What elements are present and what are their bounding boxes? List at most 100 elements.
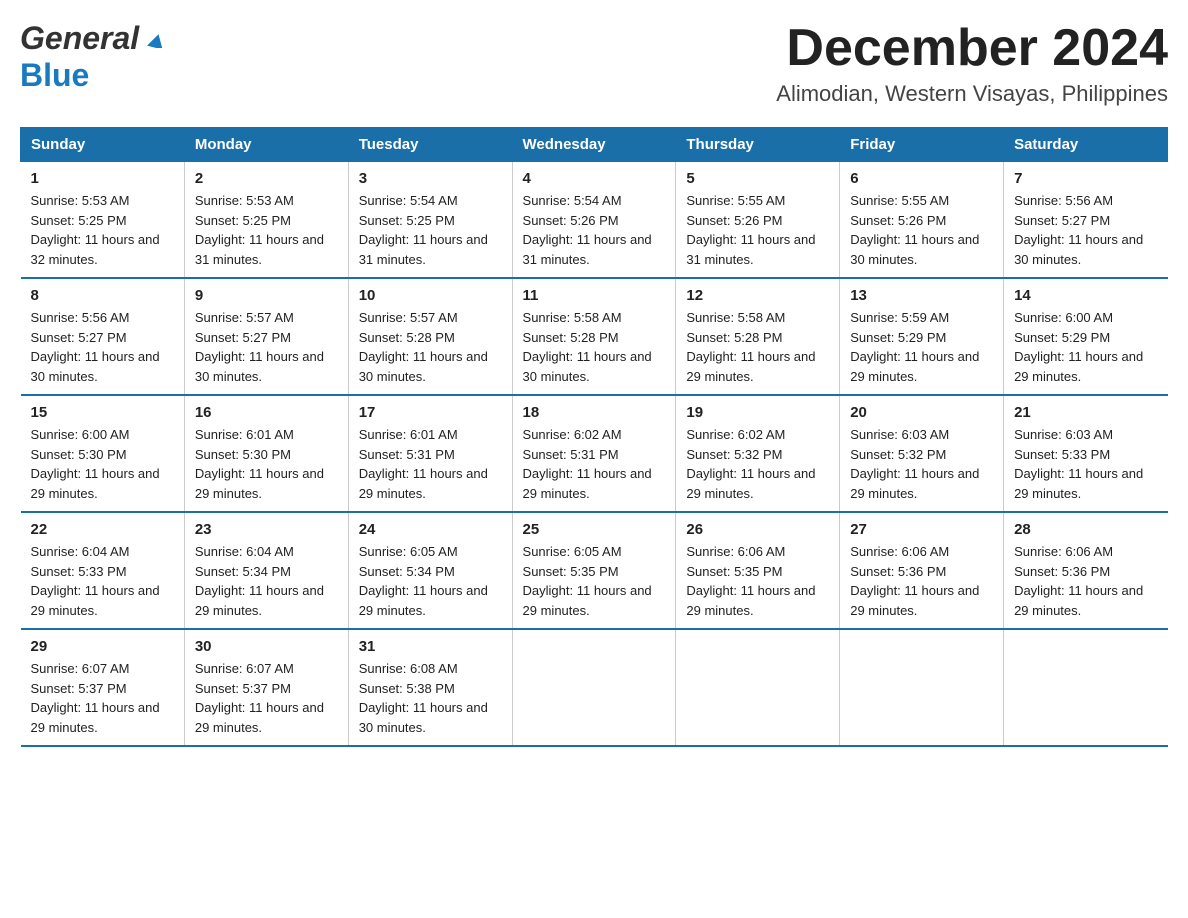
calendar-week-2: 8 Sunrise: 5:56 AM Sunset: 5:27 PM Dayli… <box>21 278 1168 395</box>
sunrise-label: Sunrise: 5:57 AM <box>359 310 458 325</box>
sunrise-label: Sunrise: 6:02 AM <box>686 427 785 442</box>
calendar-cell: 21 Sunrise: 6:03 AM Sunset: 5:33 PM Dayl… <box>1004 395 1168 512</box>
daylight-label: Daylight: 11 hours and 31 minutes. <box>195 232 324 267</box>
calendar-week-4: 22 Sunrise: 6:04 AM Sunset: 5:33 PM Dayl… <box>21 512 1168 629</box>
col-tuesday: Tuesday <box>348 128 512 162</box>
day-info: Sunrise: 6:05 AM Sunset: 5:34 PM Dayligh… <box>359 542 502 620</box>
daylight-label: Daylight: 11 hours and 30 minutes. <box>359 700 488 735</box>
daylight-label: Daylight: 11 hours and 29 minutes. <box>31 700 160 735</box>
sunrise-label: Sunrise: 6:04 AM <box>195 544 294 559</box>
sunrise-label: Sunrise: 6:00 AM <box>31 427 130 442</box>
calendar-cell <box>676 629 840 746</box>
calendar-cell: 1 Sunrise: 5:53 AM Sunset: 5:25 PM Dayli… <box>21 162 185 279</box>
calendar-cell: 17 Sunrise: 6:01 AM Sunset: 5:31 PM Dayl… <box>348 395 512 512</box>
day-info: Sunrise: 5:57 AM Sunset: 5:27 PM Dayligh… <box>195 308 338 386</box>
day-number: 16 <box>195 404 338 421</box>
sunset-label: Sunset: 5:37 PM <box>195 681 291 696</box>
day-info: Sunrise: 6:01 AM Sunset: 5:30 PM Dayligh… <box>195 425 338 503</box>
day-info: Sunrise: 5:55 AM Sunset: 5:26 PM Dayligh… <box>686 191 829 269</box>
daylight-label: Daylight: 11 hours and 29 minutes. <box>850 349 979 384</box>
sunset-label: Sunset: 5:25 PM <box>359 213 455 228</box>
day-info: Sunrise: 6:07 AM Sunset: 5:37 PM Dayligh… <box>195 659 338 737</box>
day-info: Sunrise: 6:08 AM Sunset: 5:38 PM Dayligh… <box>359 659 502 737</box>
sunset-label: Sunset: 5:25 PM <box>195 213 291 228</box>
day-info: Sunrise: 6:02 AM Sunset: 5:32 PM Dayligh… <box>686 425 829 503</box>
calendar-body: 1 Sunrise: 5:53 AM Sunset: 5:25 PM Dayli… <box>21 162 1168 747</box>
daylight-label: Daylight: 11 hours and 29 minutes. <box>31 466 160 501</box>
daylight-label: Daylight: 11 hours and 29 minutes. <box>850 466 979 501</box>
daylight-label: Daylight: 11 hours and 29 minutes. <box>686 466 815 501</box>
calendar-cell: 4 Sunrise: 5:54 AM Sunset: 5:26 PM Dayli… <box>512 162 676 279</box>
sunrise-label: Sunrise: 5:53 AM <box>31 193 130 208</box>
sunrise-label: Sunrise: 5:56 AM <box>1014 193 1113 208</box>
day-number: 1 <box>31 170 174 187</box>
day-number: 23 <box>195 521 338 538</box>
calendar-table: Sunday Monday Tuesday Wednesday Thursday… <box>20 127 1168 747</box>
sunset-label: Sunset: 5:30 PM <box>31 447 127 462</box>
sunrise-label: Sunrise: 5:57 AM <box>195 310 294 325</box>
day-number: 29 <box>31 638 174 655</box>
day-number: 4 <box>523 170 666 187</box>
calendar-cell <box>512 629 676 746</box>
day-info: Sunrise: 6:06 AM Sunset: 5:36 PM Dayligh… <box>1014 542 1157 620</box>
sunset-label: Sunset: 5:27 PM <box>31 330 127 345</box>
daylight-label: Daylight: 11 hours and 30 minutes. <box>1014 232 1143 267</box>
calendar-cell: 26 Sunrise: 6:06 AM Sunset: 5:35 PM Dayl… <box>676 512 840 629</box>
sunrise-label: Sunrise: 6:01 AM <box>195 427 294 442</box>
sunrise-label: Sunrise: 5:54 AM <box>523 193 622 208</box>
col-thursday: Thursday <box>676 128 840 162</box>
sunset-label: Sunset: 5:26 PM <box>686 213 782 228</box>
calendar-week-1: 1 Sunrise: 5:53 AM Sunset: 5:25 PM Dayli… <box>21 162 1168 279</box>
calendar-cell: 8 Sunrise: 5:56 AM Sunset: 5:27 PM Dayli… <box>21 278 185 395</box>
daylight-label: Daylight: 11 hours and 29 minutes. <box>686 583 815 618</box>
day-info: Sunrise: 5:58 AM Sunset: 5:28 PM Dayligh… <box>523 308 666 386</box>
daylight-label: Daylight: 11 hours and 29 minutes. <box>523 466 652 501</box>
sunrise-label: Sunrise: 6:04 AM <box>31 544 130 559</box>
sunrise-label: Sunrise: 5:58 AM <box>523 310 622 325</box>
sunset-label: Sunset: 5:26 PM <box>850 213 946 228</box>
day-info: Sunrise: 5:53 AM Sunset: 5:25 PM Dayligh… <box>31 191 174 269</box>
calendar-cell: 6 Sunrise: 5:55 AM Sunset: 5:26 PM Dayli… <box>840 162 1004 279</box>
sunset-label: Sunset: 5:34 PM <box>195 564 291 579</box>
day-number: 26 <box>686 521 829 538</box>
sunrise-label: Sunrise: 6:08 AM <box>359 661 458 676</box>
day-number: 19 <box>686 404 829 421</box>
sunrise-label: Sunrise: 6:05 AM <box>359 544 458 559</box>
day-number: 5 <box>686 170 829 187</box>
sunset-label: Sunset: 5:35 PM <box>523 564 619 579</box>
month-title: December 2024 <box>776 20 1168 77</box>
sunrise-label: Sunrise: 6:06 AM <box>850 544 949 559</box>
daylight-label: Daylight: 11 hours and 29 minutes. <box>195 700 324 735</box>
sunset-label: Sunset: 5:28 PM <box>523 330 619 345</box>
calendar-cell: 13 Sunrise: 5:59 AM Sunset: 5:29 PM Dayl… <box>840 278 1004 395</box>
sunset-label: Sunset: 5:37 PM <box>31 681 127 696</box>
day-number: 28 <box>1014 521 1157 538</box>
col-wednesday: Wednesday <box>512 128 676 162</box>
sunrise-label: Sunrise: 5:55 AM <box>686 193 785 208</box>
daylight-label: Daylight: 11 hours and 30 minutes. <box>850 232 979 267</box>
page-header: General Blue December 2024 Alimodian, We… <box>20 20 1168 107</box>
calendar-cell: 28 Sunrise: 6:06 AM Sunset: 5:36 PM Dayl… <box>1004 512 1168 629</box>
sunrise-label: Sunrise: 6:03 AM <box>850 427 949 442</box>
sunrise-label: Sunrise: 6:06 AM <box>1014 544 1113 559</box>
day-info: Sunrise: 6:05 AM Sunset: 5:35 PM Dayligh… <box>523 542 666 620</box>
sunrise-label: Sunrise: 6:07 AM <box>31 661 130 676</box>
day-number: 31 <box>359 638 502 655</box>
sunset-label: Sunset: 5:33 PM <box>31 564 127 579</box>
day-number: 11 <box>523 287 666 304</box>
daylight-label: Daylight: 11 hours and 30 minutes. <box>195 349 324 384</box>
sunrise-label: Sunrise: 6:05 AM <box>523 544 622 559</box>
day-info: Sunrise: 5:59 AM Sunset: 5:29 PM Dayligh… <box>850 308 993 386</box>
sunset-label: Sunset: 5:36 PM <box>1014 564 1110 579</box>
location-title: Alimodian, Western Visayas, Philippines <box>776 81 1168 107</box>
day-info: Sunrise: 5:53 AM Sunset: 5:25 PM Dayligh… <box>195 191 338 269</box>
calendar-cell: 29 Sunrise: 6:07 AM Sunset: 5:37 PM Dayl… <box>21 629 185 746</box>
sunrise-label: Sunrise: 5:59 AM <box>850 310 949 325</box>
sunset-label: Sunset: 5:25 PM <box>31 213 127 228</box>
calendar-week-5: 29 Sunrise: 6:07 AM Sunset: 5:37 PM Dayl… <box>21 629 1168 746</box>
day-info: Sunrise: 5:54 AM Sunset: 5:26 PM Dayligh… <box>523 191 666 269</box>
day-info: Sunrise: 5:58 AM Sunset: 5:28 PM Dayligh… <box>686 308 829 386</box>
col-sunday: Sunday <box>21 128 185 162</box>
sunset-label: Sunset: 5:38 PM <box>359 681 455 696</box>
calendar-week-3: 15 Sunrise: 6:00 AM Sunset: 5:30 PM Dayl… <box>21 395 1168 512</box>
